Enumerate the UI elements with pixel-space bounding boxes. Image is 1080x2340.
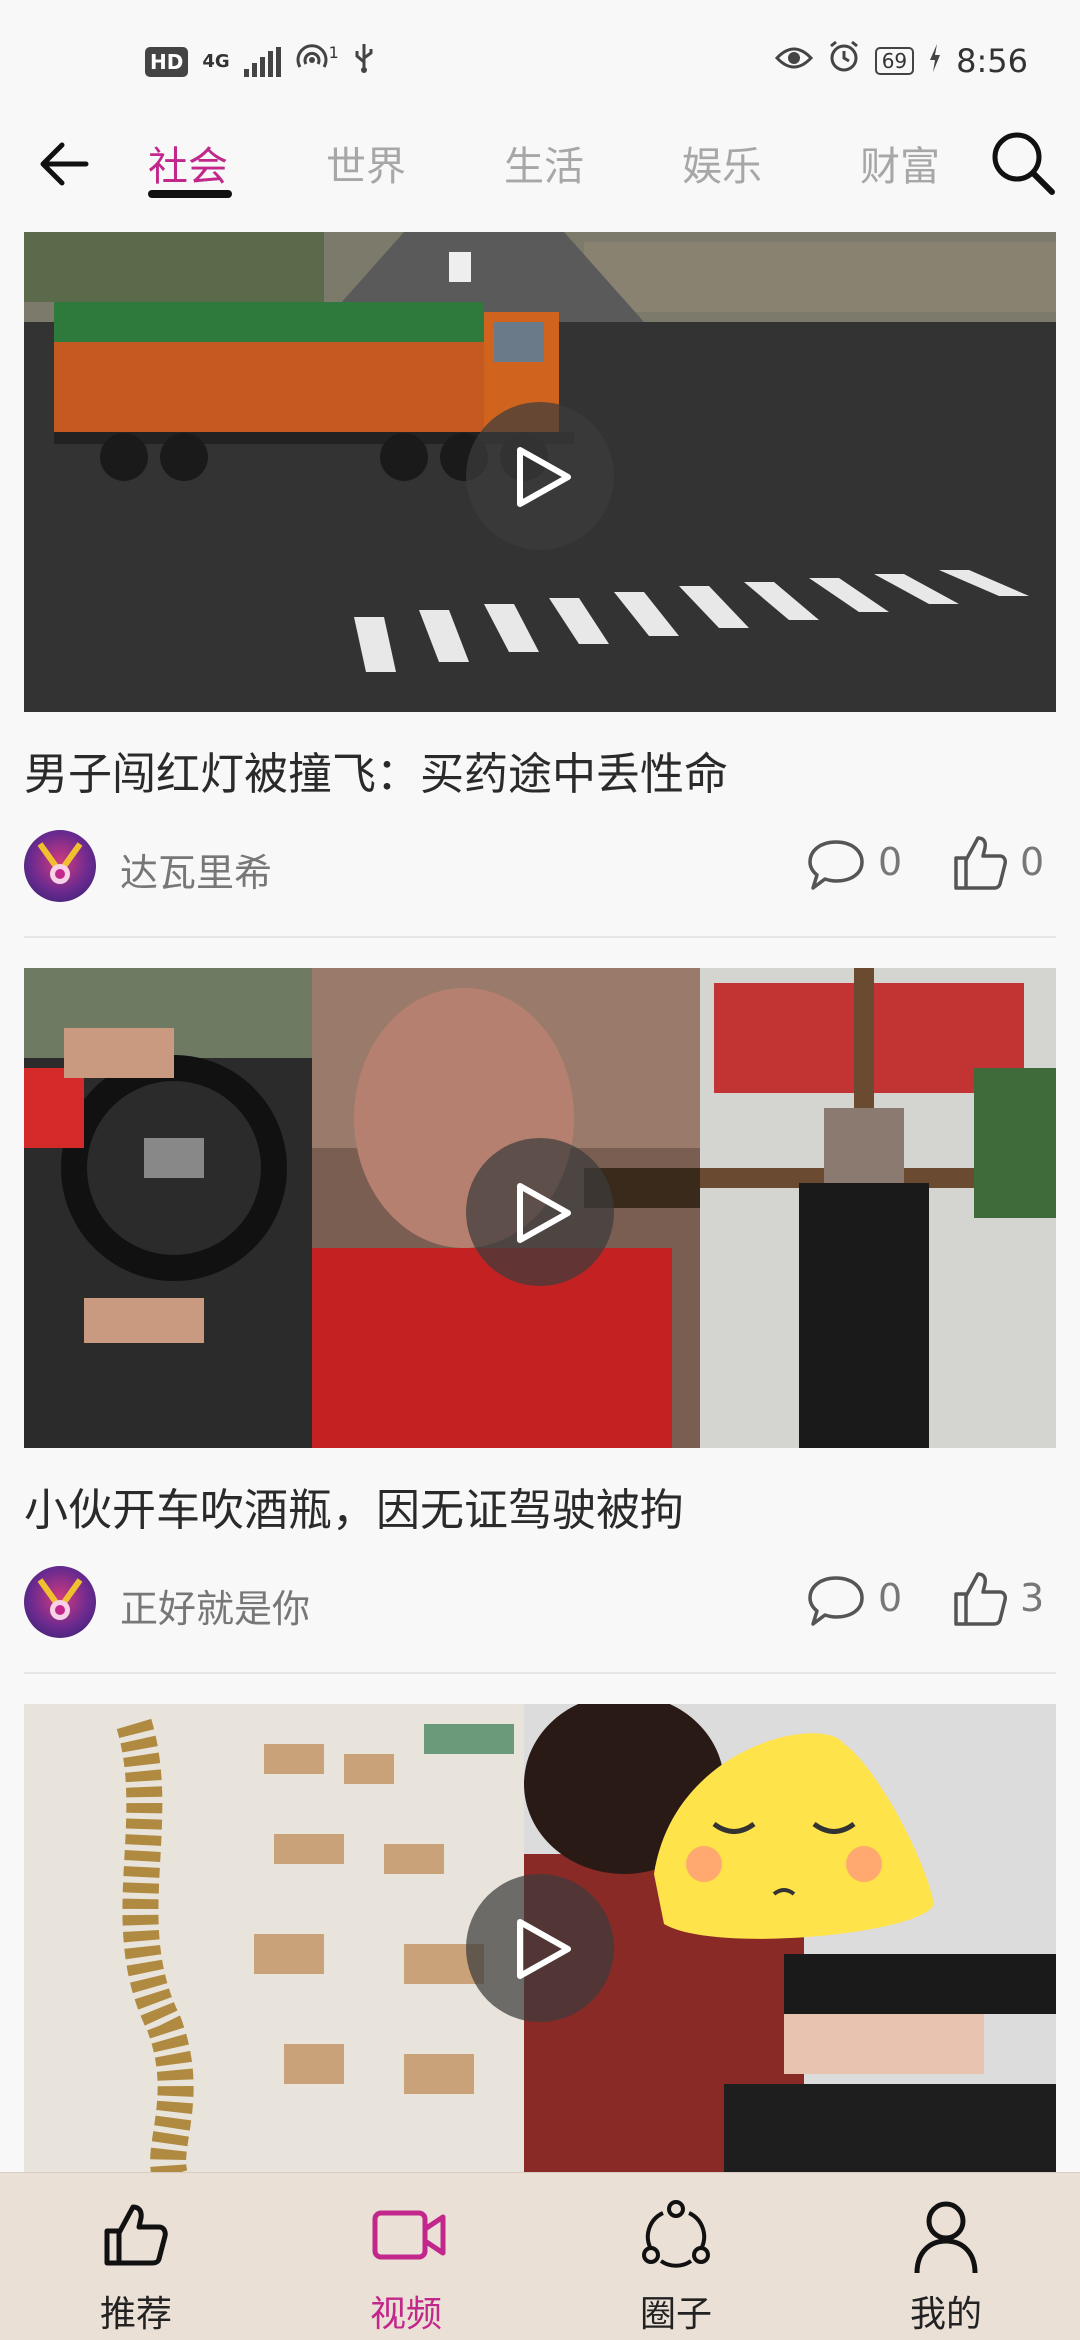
video-thumbnail[interactable]: [24, 232, 1056, 712]
author-name[interactable]: 达瓦里希: [120, 842, 272, 897]
thumbs-up-icon[interactable]: [952, 1568, 1008, 1632]
play-icon: [517, 1183, 571, 1243]
active-tab-indicator: [148, 190, 232, 198]
video-thumbnail[interactable]: [24, 1704, 1056, 2184]
thumbs-up-icon[interactable]: [952, 832, 1008, 896]
back-button[interactable]: [34, 132, 98, 196]
comment-icon[interactable]: [806, 1572, 866, 1634]
like-count: 3: [1020, 1576, 1045, 1620]
divider: [24, 1672, 1056, 1674]
bottom-nav-video[interactable]: 视频: [316, 2173, 496, 2340]
clock-time: 8:56: [956, 42, 1028, 80]
video-camera-icon: [372, 2210, 446, 2260]
alarm-icon: [827, 40, 861, 82]
play-button[interactable]: [466, 1138, 614, 1286]
play-icon: [517, 447, 571, 507]
tab-wealth[interactable]: 财富: [860, 134, 940, 192]
search-button[interactable]: [988, 128, 1058, 198]
avatar[interactable]: [24, 1566, 96, 1638]
tab-world[interactable]: 世界: [326, 134, 406, 192]
avatar-logo-icon: [37, 1578, 83, 1620]
play-button[interactable]: [466, 402, 614, 550]
signal-icon: [243, 46, 281, 77]
tab-entertainment[interactable]: 娱乐: [682, 134, 762, 192]
video-meta: 正好就是你 0 3: [24, 1566, 1056, 1646]
thumbs-up-icon: [104, 2204, 168, 2266]
play-icon: [517, 1919, 571, 1979]
hotspot-icon: [295, 43, 329, 80]
video-thumbnail[interactable]: [24, 968, 1056, 1448]
comment-count: 0: [878, 840, 903, 884]
hotspot-count: 1: [328, 43, 339, 62]
search-icon: [992, 132, 1055, 195]
bottom-nav-label: 圈子: [639, 2294, 712, 2335]
video-meta: 达瓦里希 0 0: [24, 830, 1056, 910]
bottom-nav-label: 推荐: [99, 2294, 172, 2335]
video-title[interactable]: 小伙开车吹酒瓶，因无证驾驶被拘: [24, 1474, 684, 1538]
bottom-nav-recommend[interactable]: 推荐: [46, 2173, 226, 2340]
hd-badge: HD: [145, 46, 189, 77]
bottom-nav-circle[interactable]: 圈子: [586, 2173, 766, 2340]
play-button[interactable]: [466, 1874, 614, 2022]
bottom-nav: 推荐 视频 圈子 我的: [0, 2172, 1080, 2340]
network-type: 4G: [202, 50, 230, 72]
video-title[interactable]: 男子闯红灯被撞飞：买药途中丢性命: [24, 738, 728, 802]
divider: [24, 936, 1056, 938]
usb-icon: [353, 42, 375, 81]
circle-group-icon: [642, 2200, 710, 2268]
person-icon: [914, 2201, 978, 2274]
tab-social[interactable]: 社会: [148, 134, 228, 192]
like-count: 0: [1020, 840, 1045, 884]
avatar-logo-icon: [37, 842, 83, 884]
status-left: HD 4G 1: [145, 42, 375, 81]
status-bar: HD 4G 1 69 8:56: [0, 0, 1080, 130]
avatar[interactable]: [24, 830, 96, 902]
author-name[interactable]: 正好就是你: [120, 1578, 310, 1633]
bottom-nav-me[interactable]: 我的: [856, 2173, 1036, 2340]
top-nav: 社会 世界 生活 娱乐 财富: [0, 120, 1080, 230]
comment-icon[interactable]: [806, 836, 866, 898]
status-right: 69 8:56: [774, 40, 1028, 82]
tab-life[interactable]: 生活: [504, 134, 584, 192]
eye-icon: [774, 42, 813, 80]
back-arrow-icon: [40, 142, 89, 186]
comment-count: 0: [878, 1576, 903, 1620]
charging-icon: [928, 42, 942, 80]
bottom-nav-label: 视频: [369, 2294, 442, 2335]
battery-level: 69: [874, 47, 915, 75]
bottom-nav-label: 我的: [909, 2294, 982, 2335]
